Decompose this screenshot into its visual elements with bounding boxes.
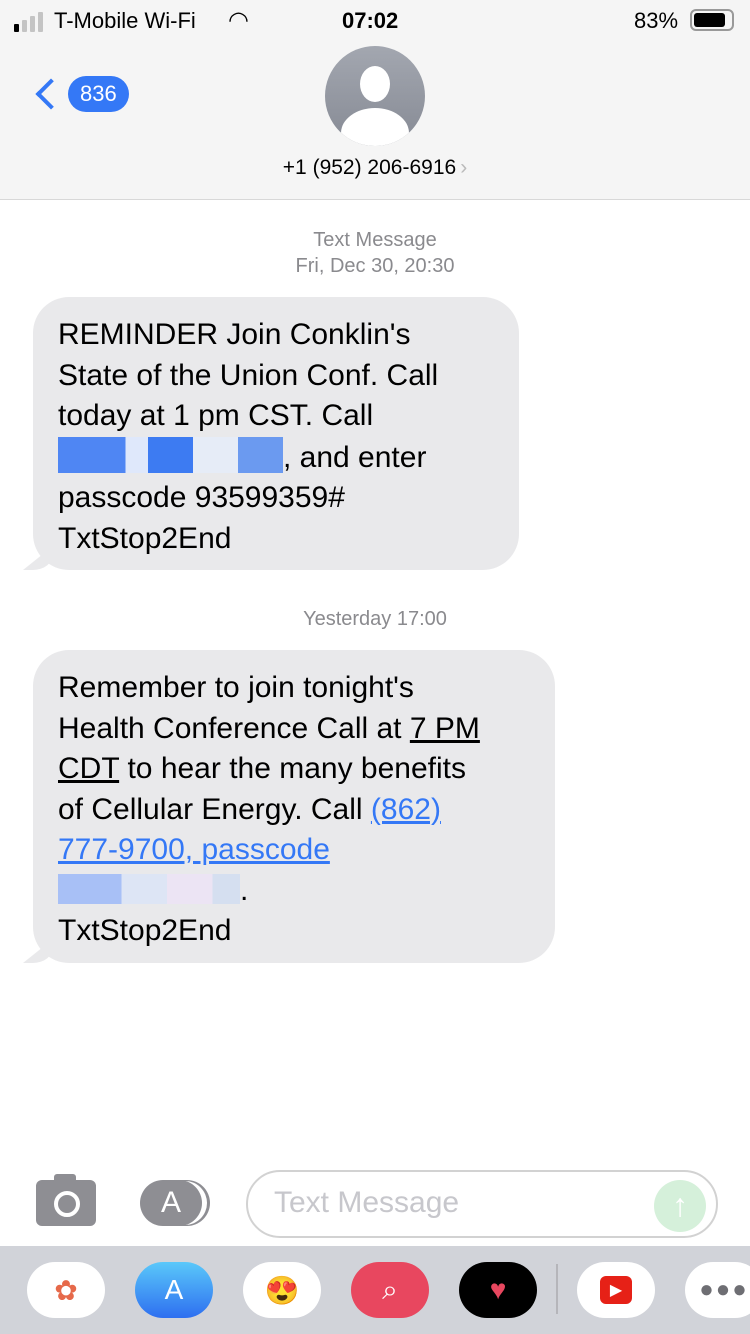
text: , and enter <box>283 440 427 474</box>
divider <box>556 1264 558 1314</box>
send-arrow-icon[interactable]: ↑ <box>654 1180 706 1232</box>
timestamp: Yesterday 17:00 <box>303 608 447 630</box>
text: of Cellular Energy. Call <box>58 792 371 826</box>
memoji-app-icon[interactable]: 😍 <box>243 1262 321 1318</box>
message-line: TxtStop2End <box>58 914 232 947</box>
message-line: Remember to join tonight's <box>58 671 414 704</box>
message-field[interactable]: ↑ <box>246 1170 718 1238</box>
phone-link[interactable]: (862) <box>371 793 441 826</box>
battery-icon <box>690 9 734 31</box>
message-line: TxtStop2End <box>58 521 232 555</box>
message-type: Text Message <box>313 229 437 251</box>
message-line: REMINDER Join Conklin's <box>58 318 411 351</box>
carrier: T-Mobile Wi-Fi <box>54 8 196 33</box>
web-search-app-icon[interactable]: ⌕ <box>351 1262 429 1318</box>
app-store-app-icon[interactable]: A <box>135 1262 213 1318</box>
redacted-passcode <box>58 873 240 904</box>
youtube-app-icon[interactable]: ▶ <box>577 1262 655 1318</box>
composer-bar: A ↑ <box>0 1160 750 1246</box>
timestamp: Fri, Dec 30, 20:30 <box>295 255 455 277</box>
heart-app-icon[interactable]: ♥ <box>459 1262 537 1318</box>
message-line: , and enter <box>58 436 494 479</box>
message-bubble[interactable]: REMINDER Join Conklin's State of the Uni… <box>33 297 519 570</box>
time-link[interactable]: 7 PM <box>410 712 480 745</box>
more-icon[interactable]: ●●● <box>685 1262 750 1318</box>
unread-badge: 836 <box>68 76 129 112</box>
photos-app-icon[interactable]: ✿ <box>27 1262 105 1318</box>
app-drawer: ✿ A 😍 ⌕ ♥ ▶ ●●● <box>0 1246 750 1334</box>
message-line: . <box>58 871 530 912</box>
message-meta: Text Message Fri, Dec 30, 20:30 <box>0 227 750 279</box>
navigation-header: T-Mobile Wi-Fi ◠ 07:02 83% 836 +1 (952) … <box>0 0 750 200</box>
contact-avatar[interactable] <box>325 46 425 146</box>
chevron-right-icon: › <box>460 156 468 179</box>
back-button[interactable]: 836 <box>30 76 129 112</box>
phone-link[interactable]: 777-9700, passcode <box>58 830 530 871</box>
message-line: passcode 93599359# <box>58 481 345 514</box>
clock: 07:02 <box>342 8 399 33</box>
signal-icon <box>14 12 43 32</box>
time-link[interactable]: CDT <box>58 752 119 785</box>
message-input[interactable] <box>274 1186 634 1220</box>
text: to hear the many benefits <box>119 752 466 785</box>
text: . <box>240 873 249 907</box>
camera-icon[interactable] <box>36 1174 96 1226</box>
redacted-phone <box>58 436 283 473</box>
text: Health Conference Call at <box>58 711 410 745</box>
message-line: CDT to hear the many benefits <box>58 749 530 790</box>
message-line: of Cellular Energy. Call (862) <box>58 790 530 831</box>
message-bubble[interactable]: Remember to join tonight's Health Confer… <box>33 650 555 963</box>
battery-percent: 83% <box>634 8 679 33</box>
contact-name[interactable]: +1 (952) 206-6916 › <box>0 156 750 180</box>
app-store-icon[interactable]: A <box>140 1180 202 1226</box>
message-line: State of the Union Conf. Call <box>58 358 439 392</box>
message-line: today at 1 pm CST. Call <box>58 399 374 432</box>
message-line: Health Conference Call at 7 PM <box>58 709 530 750</box>
chevron-left-icon <box>35 78 67 110</box>
wifi-icon: ◠ <box>228 7 249 34</box>
contact-number: +1 (952) 206-6916 <box>282 156 457 179</box>
